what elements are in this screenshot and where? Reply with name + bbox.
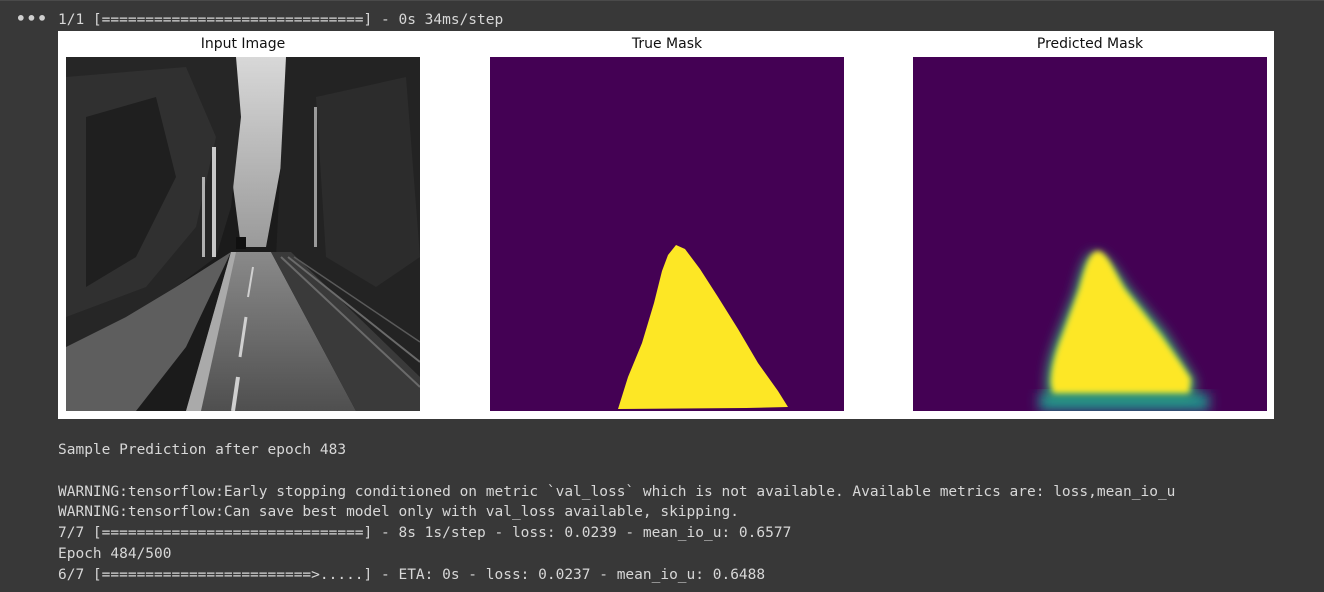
prediction-figure: Input Image True Mask Predicted Mask (58, 31, 1274, 419)
epoch-step-summary-line: 7/7 [==============================] - 8… (58, 525, 792, 541)
cell-top-border (0, 0, 1324, 1)
input-image-title: Input Image (200, 36, 286, 52)
training-progress-line: 6/7 [========================>.....] - E… (58, 567, 766, 583)
predicted-mask-image (913, 57, 1267, 411)
predict-progress-line: 1/1 [==============================] - 0… (58, 12, 504, 28)
sample-prediction-line: Sample Prediction after epoch 483 (58, 442, 347, 458)
epoch-counter-line: Epoch 484/500 (58, 546, 172, 562)
true-mask-title: True Mask (631, 36, 703, 52)
true-mask-image (490, 57, 844, 411)
early-stopping-warning: WARNING:tensorflow:Early stopping condit… (58, 484, 1176, 500)
input-image (66, 57, 420, 411)
predicted-mask-title: Predicted Mask (1036, 36, 1144, 52)
cell-output-menu-button[interactable]: ••• (16, 8, 47, 34)
more-horizontal-icon: ••• (16, 9, 48, 28)
checkpoint-warning: WARNING:tensorflow:Can save best model o… (58, 504, 739, 520)
